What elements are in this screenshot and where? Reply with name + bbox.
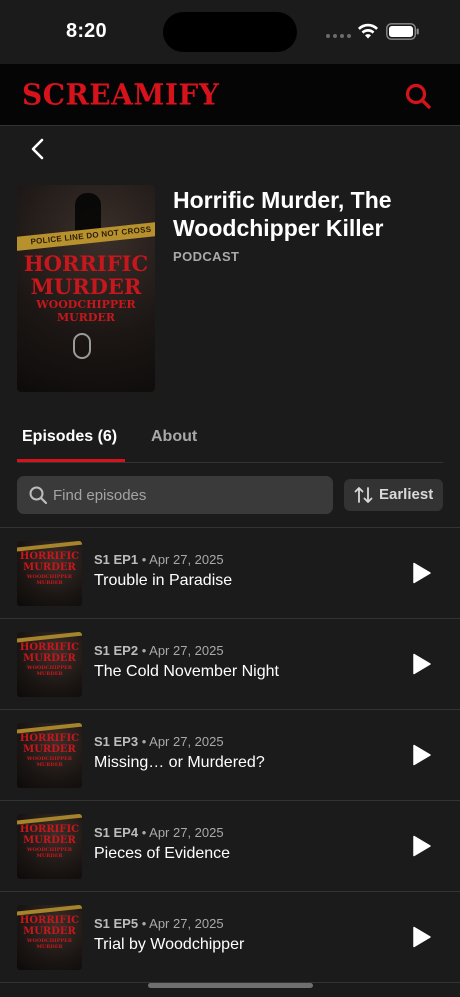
episode-date: Apr 27, 2025 [149,552,224,567]
sort-button[interactable]: Earliest [344,479,443,511]
episode-meta: S1 EP4 • Apr 27, 2025 [94,825,224,840]
episode-thumbnail: HORRIFIC MURDER WOODCHIPPER MURDER [17,632,82,697]
episode-meta: S1 EP1 • Apr 27, 2025 [94,552,224,567]
play-icon[interactable] [408,651,434,677]
status-bar: 8:20 [0,0,460,64]
tab-bar: Episodes (6) About [17,420,443,463]
episode-title: Missing… or Murdered? [94,754,265,771]
podcast-cover-art: POLICE LINE DO NOT CROSS HORRIFIC MURDER… [17,185,155,392]
search-icon[interactable] [402,80,434,112]
home-indicator[interactable] [148,983,313,988]
episode-thumbnail: HORRIFIC MURDER WOODCHIPPER MURDER [17,541,82,606]
episode-code: S1 EP5 [94,916,139,931]
episode-thumbnail: HORRIFIC MURDER WOODCHIPPER MURDER [17,905,82,970]
episode-search-box [17,476,333,514]
episode-code: S1 EP4 [94,825,139,840]
tab-about[interactable]: About [151,428,197,446]
episode-code: S1 EP2 [94,643,139,658]
podcast-detail-screen: 8:20 SCREAMIFY POLICE LINE DO NOT CROSS … [0,0,460,997]
episode-date: Apr 27, 2025 [149,643,224,658]
episode-code: S1 EP3 [94,734,139,749]
episode-row[interactable]: HORRIFIC MURDER WOODCHIPPER MURDER S1 EP… [0,528,460,619]
episode-title: Trouble in Paradise [94,572,233,589]
play-icon[interactable] [408,742,434,768]
episode-thumbnail: HORRIFIC MURDER WOODCHIPPER MURDER [17,723,82,788]
episode-meta: S1 EP2 • Apr 27, 2025 [94,643,224,658]
cover-title-line1: HORRIFIC [23,251,149,276]
battery-icon [386,23,419,40]
microphone-icon [73,333,91,359]
cover-title-line2: MURDER [30,274,142,299]
sort-label: Earliest [379,486,434,503]
episode-title: Pieces of Evidence [94,845,231,862]
episode-date: Apr 27, 2025 [149,916,224,931]
episode-row[interactable]: HORRIFIC MURDER WOODCHIPPER MURDER S1 EP… [0,892,460,983]
brand-logo[interactable]: SCREAMIFY [22,77,219,112]
play-icon[interactable] [408,924,434,950]
app-header: SCREAMIFY [0,64,460,126]
episode-meta: S1 EP3 • Apr 27, 2025 [94,734,224,749]
active-tab-indicator [17,459,125,462]
chevron-left-icon[interactable] [24,134,54,164]
episode-row[interactable]: HORRIFIC MURDER WOODCHIPPER MURDER S1 EP… [0,710,460,801]
episode-title: The Cold November Night [94,663,279,680]
dynamic-island [163,12,297,52]
sort-arrows-icon [354,487,373,503]
episode-thumbnail: HORRIFIC MURDER WOODCHIPPER MURDER [17,814,82,879]
podcast-title: Horrific Murder, The Woodchipper Killer [173,187,392,241]
tab-episodes[interactable]: Episodes (6) [22,428,117,446]
episode-date: Apr 27, 2025 [149,825,224,840]
podcast-type-label: PODCAST [173,249,240,264]
cellular-signal-icon [326,34,351,38]
episode-date: Apr 27, 2025 [149,734,224,749]
episode-row[interactable]: HORRIFIC MURDER WOODCHIPPER MURDER S1 EP… [0,801,460,892]
episode-row[interactable]: HORRIFIC MURDER WOODCHIPPER MURDER S1 EP… [0,619,460,710]
episode-code: S1 EP1 [94,552,139,567]
wifi-icon [358,23,378,39]
cover-subtitle: WOODCHIPPER MURDER [36,298,136,324]
status-time: 8:20 [66,20,107,42]
play-icon[interactable] [408,560,434,586]
episode-meta: S1 EP5 • Apr 27, 2025 [94,916,224,931]
play-icon[interactable] [408,833,434,859]
episode-title: Trial by Woodchipper [94,936,245,953]
search-icon [29,486,48,505]
search-input[interactable] [53,476,323,514]
